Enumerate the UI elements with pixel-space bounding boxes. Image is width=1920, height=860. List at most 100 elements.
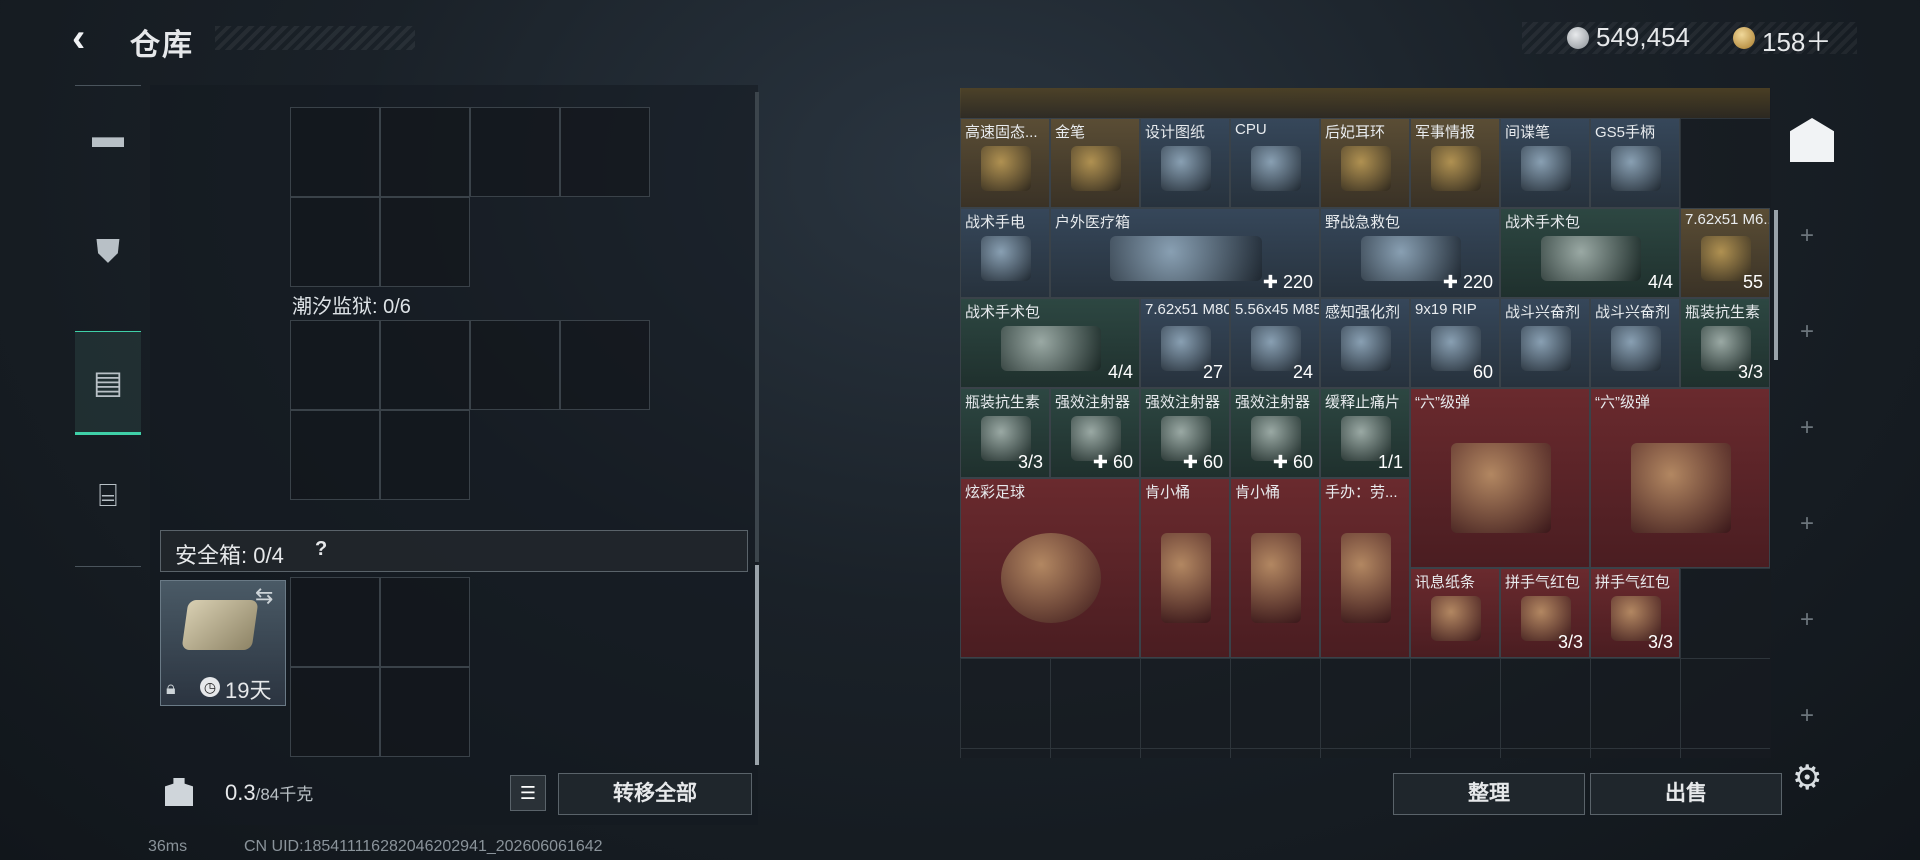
item-name: 5.56x45 M855A1 bbox=[1235, 301, 1320, 318]
inventory-item[interactable]: 感知强化剂 bbox=[1320, 298, 1410, 388]
inventory-item[interactable]: 战术手术包 4/4 bbox=[960, 298, 1140, 388]
inventory-item[interactable]: 7.62x51 M6... 55 bbox=[1680, 208, 1770, 298]
add-page-icon[interactable]: + bbox=[1800, 702, 1814, 730]
grid-slot[interactable] bbox=[290, 410, 380, 500]
grid-slot[interactable] bbox=[560, 320, 650, 410]
grid-slot[interactable] bbox=[290, 197, 380, 287]
equipment-tabs: ▬ ⛊ ▤ ⌸ bbox=[75, 85, 141, 567]
inventory-item[interactable]: 9x19 RIP 60 bbox=[1410, 298, 1500, 388]
item-name: 间谍笔 bbox=[1505, 124, 1551, 141]
inventory-item[interactable]: 7.62x51 M80 27 bbox=[1140, 298, 1230, 388]
scrollbar-thumb[interactable] bbox=[755, 565, 759, 765]
help-button[interactable]: ? bbox=[315, 538, 327, 561]
grid-slot[interactable] bbox=[380, 107, 470, 197]
item-name: 感知强化剂 bbox=[1325, 304, 1401, 321]
inventory-item[interactable]: 间谍笔 bbox=[1500, 118, 1590, 208]
grid-slot[interactable] bbox=[380, 577, 470, 667]
inventory-item[interactable]: 缓释止痛片 1/1 bbox=[1320, 388, 1410, 478]
add-page-icon[interactable]: + bbox=[1800, 222, 1814, 250]
inventory-item[interactable]: 手办：劳... bbox=[1320, 478, 1410, 658]
item-image bbox=[1520, 326, 1572, 371]
inventory-item[interactable]: 讯息纸条 bbox=[1410, 568, 1500, 658]
add-page-icon[interactable]: + bbox=[1800, 414, 1814, 442]
grid-slot[interactable] bbox=[380, 667, 470, 757]
inventory-item[interactable]: 拼手气红包 3/3 bbox=[1590, 568, 1680, 658]
add-page-icon[interactable]: + bbox=[1800, 606, 1814, 634]
inventory-item[interactable]: 5.56x45 M855A1 24 bbox=[1230, 298, 1320, 388]
item-name: 战斗兴奋剂 bbox=[1595, 304, 1671, 321]
add-page-icon[interactable]: + bbox=[1800, 510, 1814, 538]
warehouse-scrollbar[interactable] bbox=[1774, 210, 1778, 360]
item-image bbox=[1610, 146, 1662, 191]
grid-slot[interactable] bbox=[290, 107, 380, 197]
item-name: 战术手电 bbox=[965, 214, 1026, 231]
inventory-item[interactable]: “六”级弹 bbox=[1410, 388, 1590, 568]
tab-weapons[interactable]: ▬ bbox=[75, 86, 141, 186]
item-image bbox=[1430, 596, 1482, 641]
inventory-item[interactable]: 设计图纸 bbox=[1140, 118, 1230, 208]
inventory-item[interactable]: 强效注射器 ✚ 60 bbox=[1230, 388, 1320, 478]
item-image bbox=[1250, 533, 1302, 623]
item-name: 强效注射器 bbox=[1235, 394, 1311, 411]
grid-slot[interactable] bbox=[290, 577, 380, 667]
item-name: 肯小桶 bbox=[1235, 484, 1281, 501]
grid-slot[interactable] bbox=[380, 197, 470, 287]
back-button[interactable]: ‹ bbox=[72, 18, 112, 58]
inventory-item[interactable]: 拼手气红包 3/3 bbox=[1500, 568, 1590, 658]
item-image bbox=[1430, 146, 1482, 191]
safe-case-icon bbox=[181, 600, 259, 650]
inventory-item[interactable]: 战斗兴奋剂 bbox=[1500, 298, 1590, 388]
inventory-item[interactable]: CPU bbox=[1230, 118, 1320, 208]
inventory-item[interactable]: 强效注射器 ✚ 60 bbox=[1050, 388, 1140, 478]
tab-backpack[interactable]: ▤ bbox=[75, 331, 141, 435]
inventory-item[interactable]: 高速固态... bbox=[960, 118, 1050, 208]
warehouse-icon[interactable] bbox=[1790, 118, 1834, 162]
list-view-button[interactable]: ☰ bbox=[510, 775, 546, 811]
inventory-item[interactable]: 瓶装抗生素 3/3 bbox=[1680, 298, 1770, 388]
inventory-item[interactable]: 战术手电 bbox=[960, 208, 1050, 298]
inventory-item[interactable]: 金笔 bbox=[1050, 118, 1140, 208]
grid-slot[interactable] bbox=[290, 320, 380, 410]
safe-box-grid bbox=[290, 577, 470, 757]
title-decoration bbox=[215, 26, 415, 50]
item-quantity: 3/3 bbox=[1017, 452, 1043, 472]
grid-slot[interactable] bbox=[290, 667, 380, 757]
inventory-item[interactable]: “六”级弹 bbox=[1590, 388, 1770, 568]
item-image bbox=[1340, 146, 1392, 191]
inventory-item[interactable]: 炫彩足球 bbox=[960, 478, 1140, 658]
grid-slot[interactable] bbox=[470, 107, 560, 197]
inventory-item[interactable]: 野战急救包 ✚ 220 bbox=[1320, 208, 1500, 298]
inventory-item[interactable]: 战术手术包 4/4 bbox=[1500, 208, 1680, 298]
inventory-item[interactable]: 战斗兴奋剂 bbox=[1590, 298, 1680, 388]
item-name: 手办：劳... bbox=[1325, 484, 1398, 501]
tab-toolbox[interactable]: ⌸ bbox=[75, 446, 141, 546]
grid-slot[interactable] bbox=[380, 320, 470, 410]
item-name: CPU bbox=[1235, 121, 1267, 138]
swap-icon[interactable]: ⇆ bbox=[255, 583, 273, 609]
item-quantity: 3/3 bbox=[1557, 632, 1583, 652]
item-quantity: ✚ 60 bbox=[1182, 452, 1223, 472]
grid-slot[interactable] bbox=[380, 410, 470, 500]
inventory-item[interactable]: 强效注射器 ✚ 60 bbox=[1140, 388, 1230, 478]
section-label: 潮汐监狱: 0/6 bbox=[292, 296, 411, 318]
inventory-item[interactable]: 肯小桶 bbox=[1230, 478, 1320, 658]
transfer-all-button[interactable]: 转移全部 bbox=[558, 773, 752, 815]
tab-armor[interactable]: ⛊ bbox=[75, 202, 141, 302]
sell-button[interactable]: 出售 bbox=[1590, 773, 1782, 815]
inventory-item[interactable]: 肯小桶 bbox=[1140, 478, 1230, 658]
currency-gold-value[interactable]: 158＋ bbox=[1762, 22, 1831, 59]
item-quantity: ✚ 60 bbox=[1092, 452, 1133, 472]
inventory-item[interactable]: 军事情报 bbox=[1410, 118, 1500, 208]
sort-button[interactable]: 整理 bbox=[1393, 773, 1585, 815]
inventory-item[interactable]: 后妃耳环 bbox=[1320, 118, 1410, 208]
add-page-icon[interactable]: + bbox=[1800, 318, 1814, 346]
item-image bbox=[1340, 533, 1392, 623]
gear-icon[interactable]: ⚙ bbox=[1792, 758, 1822, 798]
backpack-icon: ▤ bbox=[92, 364, 124, 400]
inventory-item[interactable]: 户外医疗箱 ✚ 220 bbox=[1050, 208, 1320, 298]
inventory-item[interactable]: GS5手柄 bbox=[1590, 118, 1680, 208]
currency-silver-value: 549,454 bbox=[1596, 22, 1690, 52]
grid-slot[interactable] bbox=[470, 320, 560, 410]
inventory-item[interactable]: 瓶装抗生素 3/3 bbox=[960, 388, 1050, 478]
grid-slot[interactable] bbox=[560, 107, 650, 197]
